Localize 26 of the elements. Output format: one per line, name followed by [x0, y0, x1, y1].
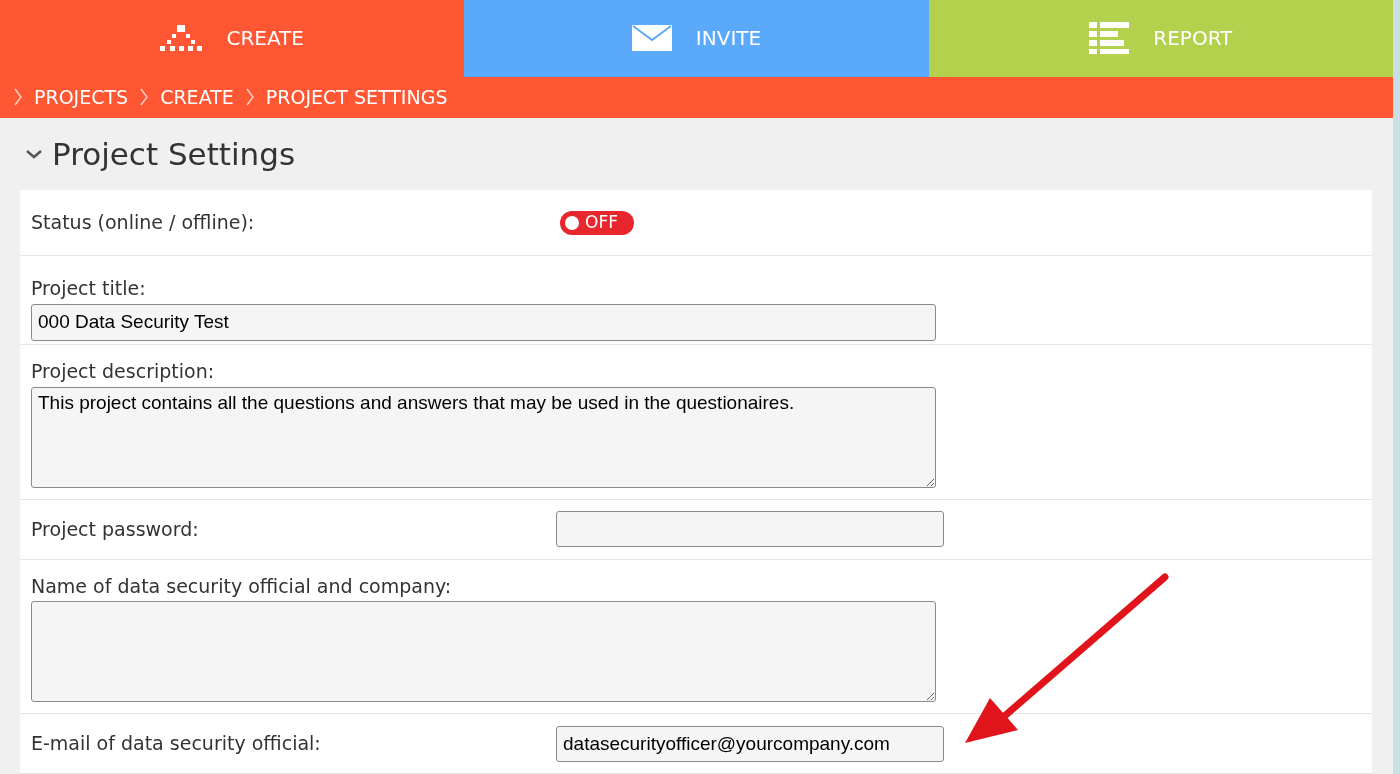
nav-tab[interactable]: REPORT — [928, 0, 1393, 77]
text-area[interactable]: This project contains all the questions and answers that may be used in the questionaires. — [31, 386, 936, 488]
breadcrumb-link[interactable]: PROJECTS — [34, 83, 129, 112]
field-label: E-mail of data security official: — [31, 732, 321, 755]
field-label: Status (online / offline): — [31, 211, 255, 234]
chevron-icon — [140, 88, 149, 107]
input-field[interactable]: datasecurityofficer@yourcompany.com — [556, 725, 944, 762]
text-field[interactable]: 000 Data Security Test — [31, 303, 936, 341]
text-area[interactable] — [31, 601, 936, 702]
envelope-icon — [631, 25, 672, 52]
status-toggle[interactable]: OFF — [560, 210, 634, 235]
chevron-down-icon[interactable] — [26, 149, 42, 159]
chevron-icon — [14, 88, 22, 107]
nav-tab[interactable]: INVITE — [464, 0, 929, 77]
field-label: Name of data security official and company: — [31, 574, 452, 597]
hierarchy-icon — [160, 25, 203, 52]
field-label: Project title: — [31, 276, 147, 301]
chevron-icon — [245, 88, 254, 107]
section-title: Project Settings — [52, 134, 296, 174]
field-label: Project description: — [31, 360, 215, 382]
breadcrumb-link[interactable]: PROJECT SETTINGS — [265, 83, 448, 112]
input-field[interactable] — [556, 511, 944, 547]
list-icon — [1089, 22, 1130, 55]
field-label: Project password: — [31, 517, 199, 540]
breadcrumb-link[interactable]: CREATE — [160, 83, 234, 112]
nav-tab[interactable]: CREATE — [0, 0, 465, 77]
